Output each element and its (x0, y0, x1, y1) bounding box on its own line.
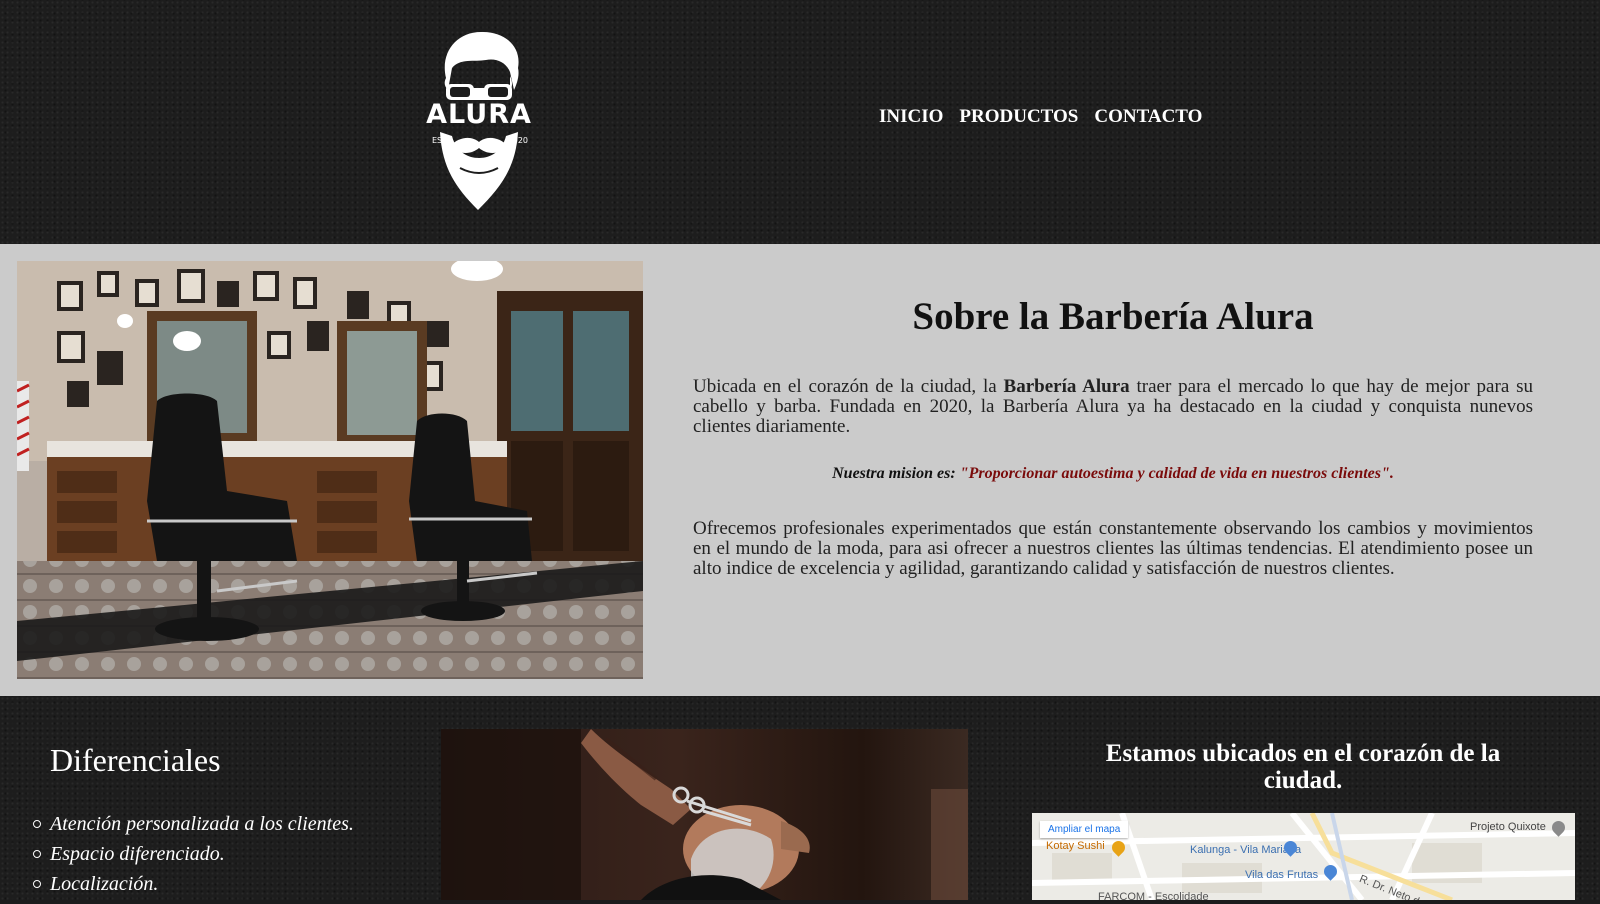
barbershop-interior-image (17, 261, 643, 679)
about-paragraph-2: Ofrecemos profesionales experimentados q… (693, 518, 1533, 579)
list-item: Espacio diferenciado. (33, 844, 354, 874)
logo-brand-text: ALURA (426, 99, 532, 130)
map-place-label[interactable]: Projeto Quixote (1470, 821, 1546, 833)
map-place-label[interactable]: Vila das Frutas (1245, 869, 1318, 881)
nav-link-inicio[interactable]: INICIO (879, 106, 943, 128)
alura-logo[interactable]: ALURA ESTD 2020 (426, 28, 532, 214)
map-place-label[interactable]: Kotay Sushi (1046, 840, 1105, 852)
logo-year-text: 2020 (507, 136, 528, 145)
about-section: Sobre la Barbería Alura Ubicada en el co… (0, 244, 1600, 696)
barber-shaving-photo (441, 729, 968, 900)
site-header: ALURA ESTD 2020 INICIO PRODUCTOS CONTACT… (0, 0, 1600, 244)
list-item: Atención personalizada a los clientes. (33, 814, 354, 844)
about-paragraph-1: Ubicada en el corazón de la ciudad, la B… (693, 377, 1533, 437)
nav-link-productos[interactable]: PRODUCTOS (959, 106, 1078, 128)
embedded-map[interactable]: Ampliar el mapa Projeto Quixote Kotay Su… (1032, 813, 1575, 900)
diferenciales-title: Diferenciales (50, 742, 221, 778)
about-title: Sobre la Barbería Alura (912, 295, 1314, 338)
mission-label: Nuestra mision es: (832, 465, 956, 482)
mission-quote: "Proporcionar autoestima y calidad de vi… (959, 465, 1394, 482)
map-enlarge-link[interactable]: Ampliar el mapa (1040, 821, 1129, 838)
main-nav: INICIO PRODUCTOS CONTACTO (879, 106, 1202, 128)
diferenciales-list: Atención personalizada a los clientes. E… (33, 814, 354, 904)
about-brand-bold: Barbería Alura (1003, 376, 1130, 397)
nav-link-contacto[interactable]: CONTACTO (1094, 106, 1202, 128)
about-paragraph-1-start: Ubicada en el corazón de la ciudad, la (693, 376, 1004, 397)
location-title: Estamos ubicados en el corazón de la ciu… (1105, 740, 1501, 794)
mission-statement: Nuestra mision es: "Proporcionar autoest… (693, 465, 1533, 483)
bottom-section: Diferenciales Atención personalizada a l… (0, 696, 1600, 900)
logo-est-text: ESTD (432, 136, 454, 145)
map-place-label[interactable]: FARCOM - Escolidade (1098, 891, 1209, 900)
